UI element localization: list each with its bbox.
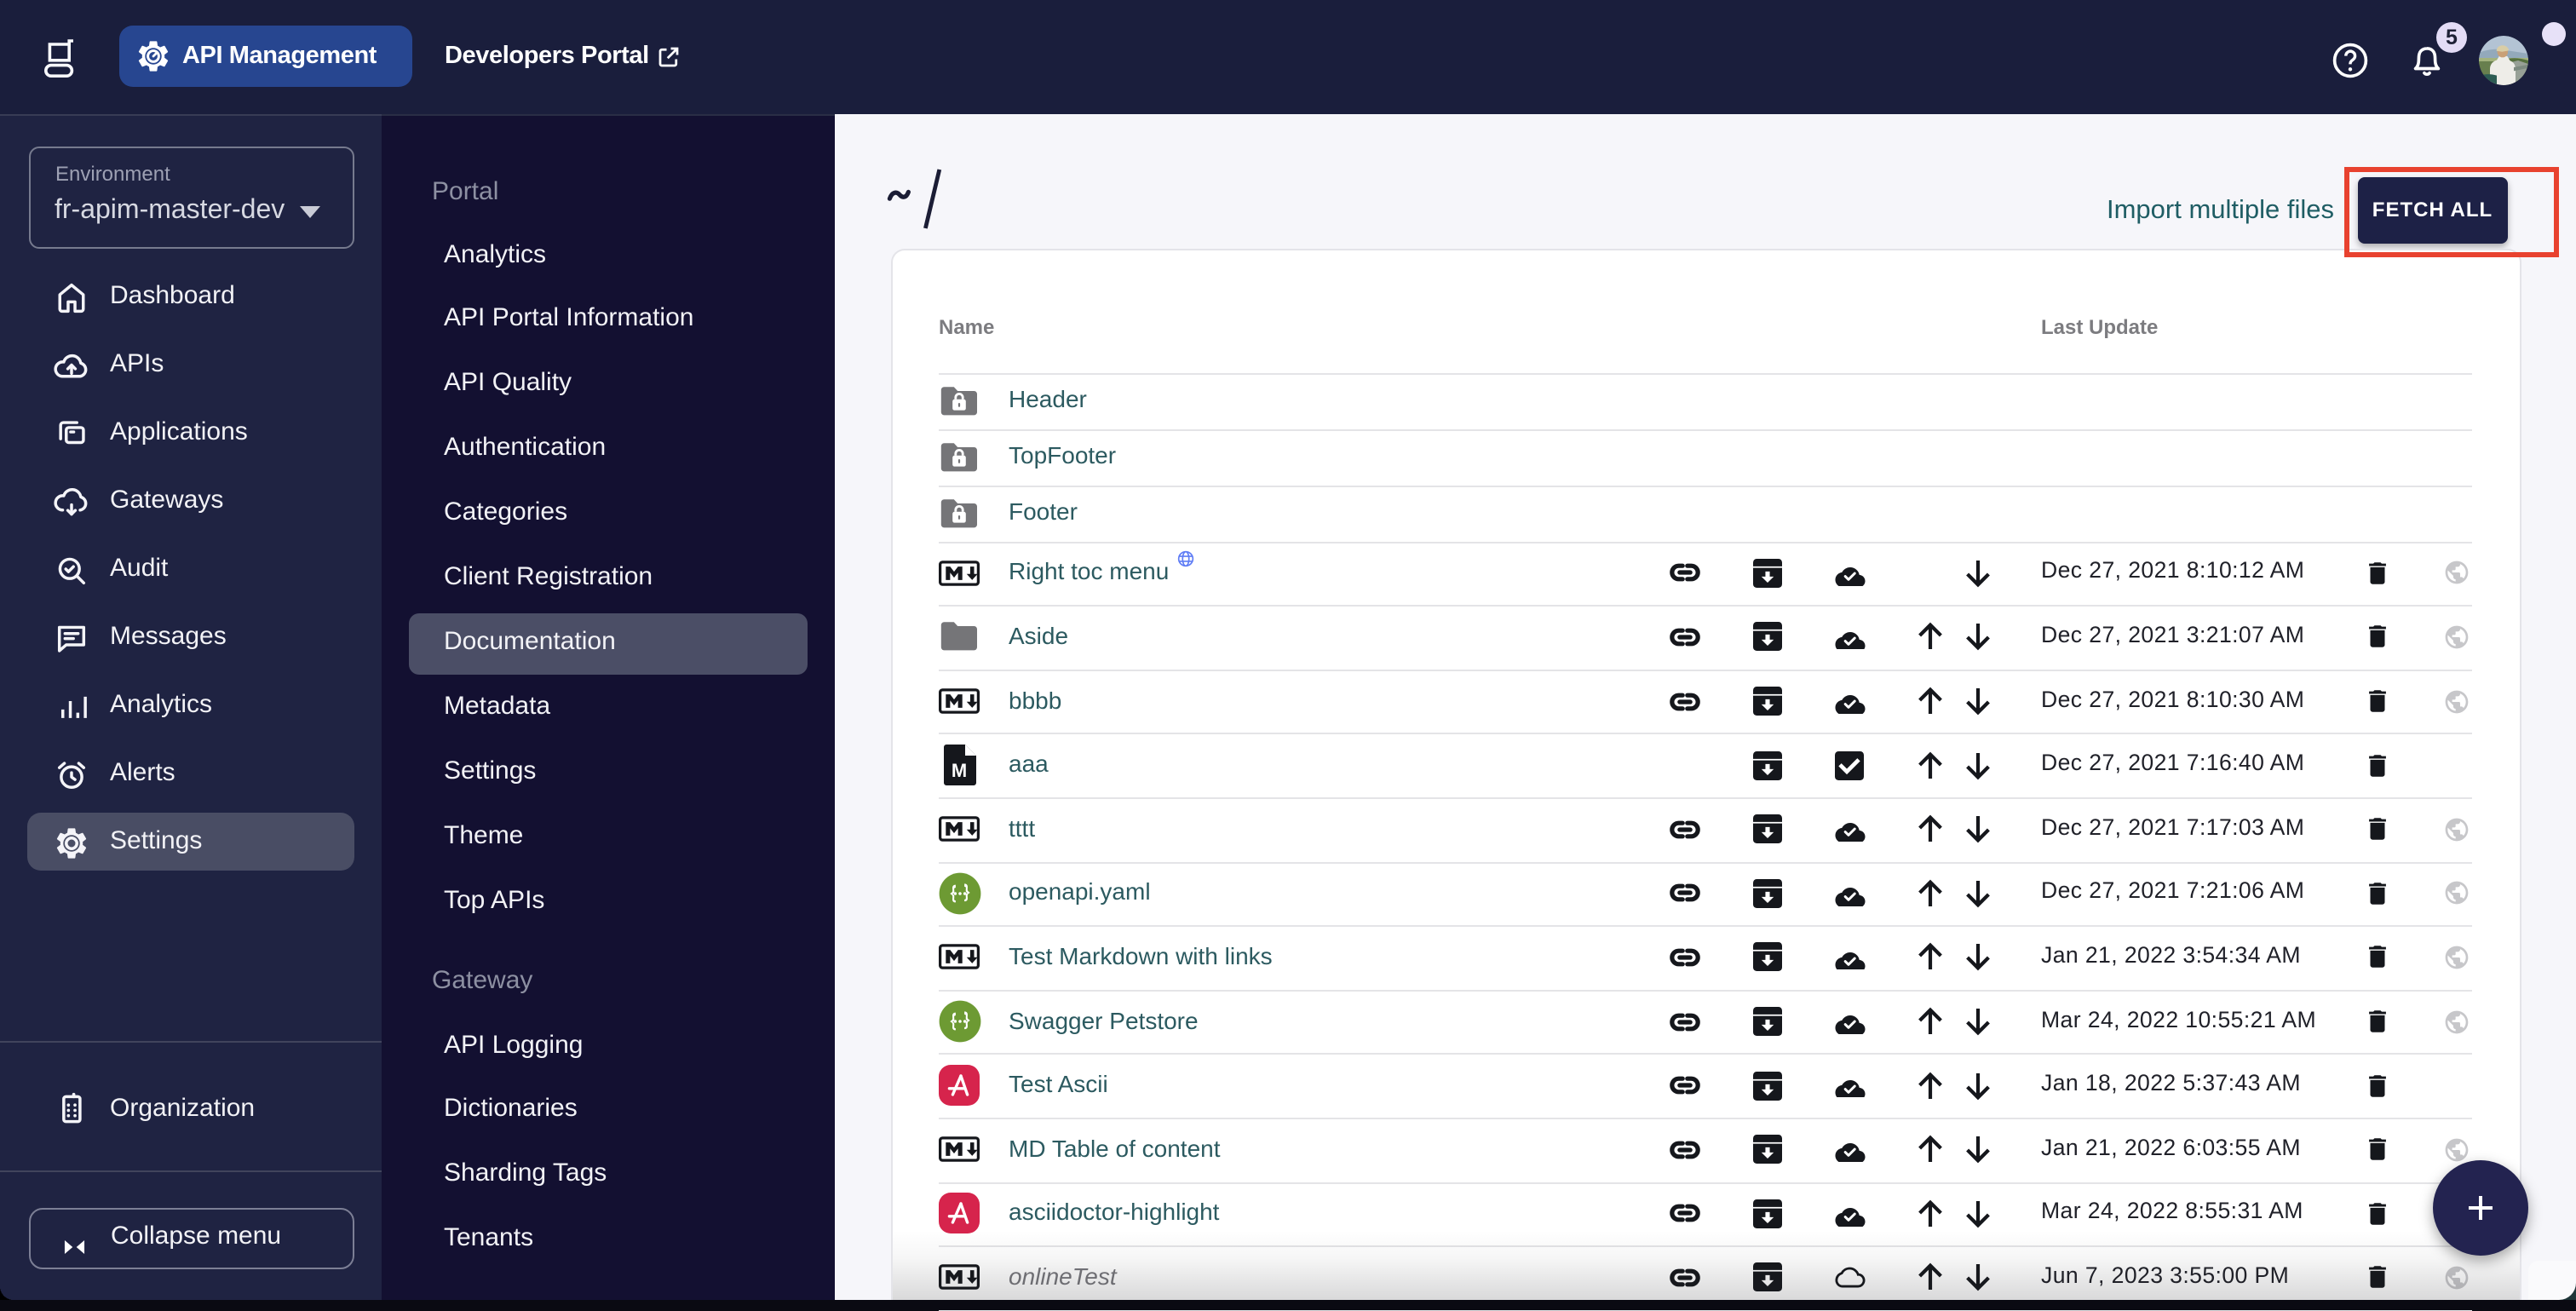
svg-text:M: M: [951, 760, 966, 781]
